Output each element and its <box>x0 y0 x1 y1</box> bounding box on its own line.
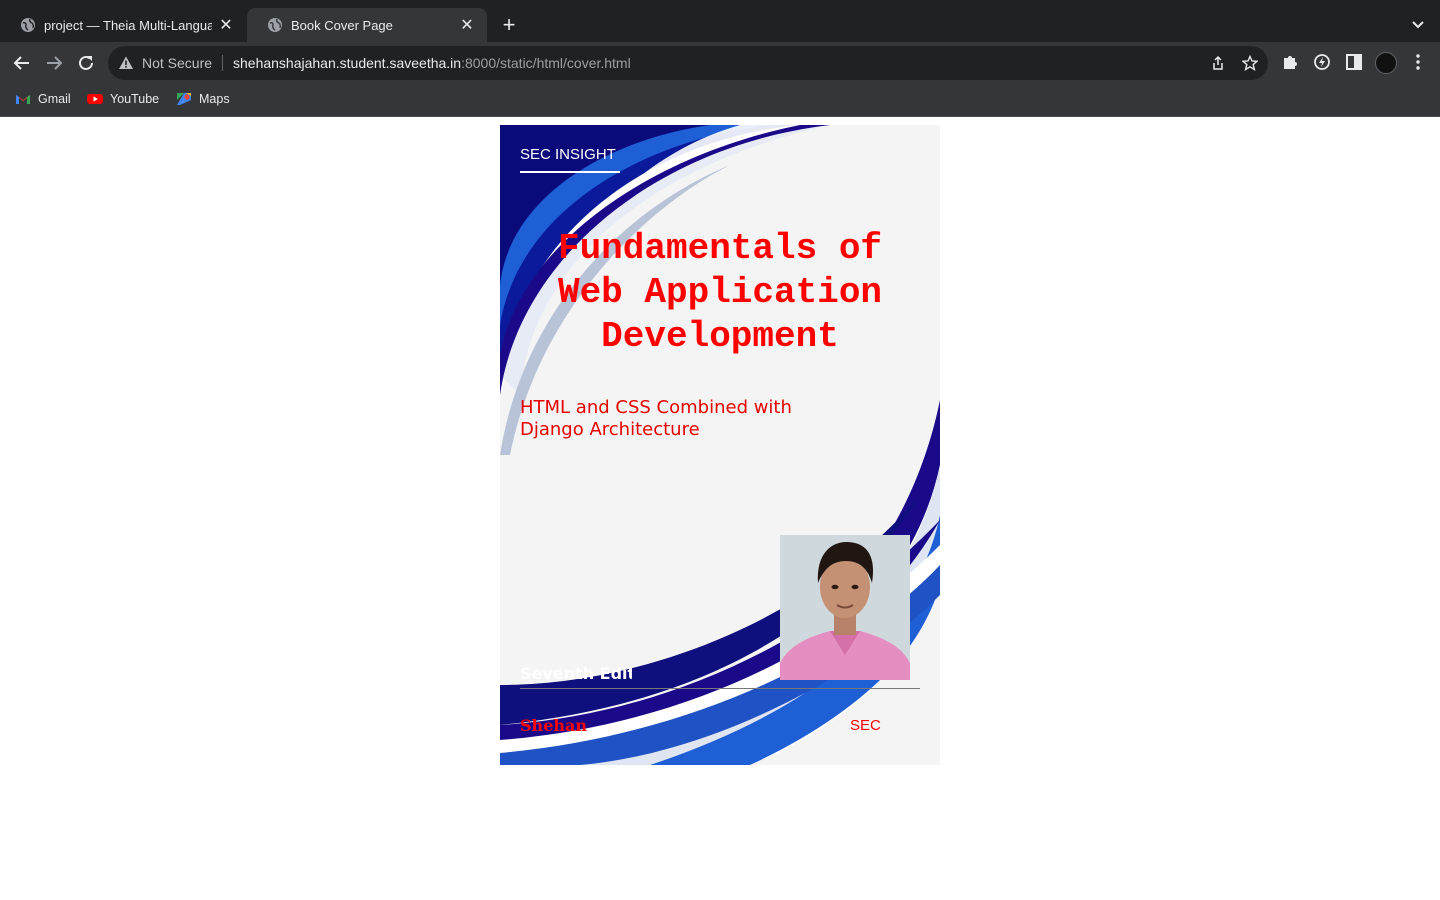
url-host: shehanshajahan.student.saveetha.in <box>233 55 462 71</box>
bookmark-label: Gmail <box>38 92 71 106</box>
globe-icon <box>21 18 35 32</box>
book-cover: SEC INSIGHT Fundamentals of Web Applicat… <box>500 125 940 765</box>
title-line-3: Development <box>601 316 839 357</box>
edition-label: Seventh Edition <box>520 664 632 683</box>
star-icon[interactable] <box>1242 55 1258 71</box>
forward-arrow-icon[interactable] <box>43 52 65 74</box>
close-icon[interactable]: ✕ <box>459 17 475 34</box>
back-arrow-icon[interactable] <box>11 52 33 74</box>
profile-avatar[interactable] <box>1375 52 1397 74</box>
tab-title: project — Theia Multi-Languag <box>44 17 212 33</box>
kebab-menu-icon[interactable] <box>1408 52 1428 72</box>
author-photo <box>780 535 910 680</box>
book-subtitle: HTML and CSS Combined with Django Archit… <box>520 397 792 440</box>
organization-name: SEC <box>850 717 881 734</box>
chevron-down-icon[interactable] <box>1408 14 1428 34</box>
side-panel-icon[interactable] <box>1344 52 1364 72</box>
new-tab-plus-icon[interactable]: + <box>498 14 520 36</box>
not-secure-label[interactable]: Not Secure <box>142 55 212 71</box>
tab-title: Book Cover Page <box>291 17 393 33</box>
share-icon[interactable] <box>1210 55 1226 71</box>
book-title: Fundamentals of Web Application Developm… <box>520 227 920 359</box>
tab-strip: project — Theia Multi-Languag ✕ Book Cov… <box>0 0 1440 42</box>
bookmark-youtube[interactable]: YouTube <box>87 92 159 106</box>
footer-rule <box>520 688 920 689</box>
bookmarks-bar: Gmail YouTube Maps <box>0 84 1440 117</box>
close-icon[interactable]: ✕ <box>218 17 234 34</box>
gmail-icon <box>16 95 30 104</box>
address-bar[interactable]: Not Secure shehanshajahan.student.saveet… <box>108 46 1268 80</box>
tab-book-cover[interactable]: Book Cover Page ✕ <box>247 8 487 42</box>
author-name: Shehan <box>520 716 587 735</box>
bookmark-label: YouTube <box>110 92 160 106</box>
bookmark-label: Maps <box>199 92 230 106</box>
publisher-underline <box>520 171 620 173</box>
maps-icon <box>177 93 191 105</box>
globe-icon <box>268 18 282 32</box>
tab-project[interactable]: project — Theia Multi-Languag ✕ <box>0 8 246 42</box>
reload-icon[interactable] <box>75 52 97 74</box>
warning-icon[interactable] <box>118 55 134 71</box>
extensions-puzzle-icon[interactable] <box>1280 52 1300 72</box>
publisher-name: SEC INSIGHT <box>520 146 616 163</box>
url-text[interactable]: shehanshajahan.student.saveetha.in:8000/… <box>233 55 631 71</box>
separator <box>222 55 223 71</box>
title-line-1: Fundamentals of <box>557 228 883 269</box>
bookmark-gmail[interactable]: Gmail <box>15 92 71 106</box>
browser-toolbar: Not Secure shehanshajahan.student.saveet… <box>0 42 1440 84</box>
url-path: :8000/static/html/cover.html <box>461 55 631 71</box>
extension-icon[interactable] <box>1312 52 1332 72</box>
bookmark-maps[interactable]: Maps <box>176 92 230 106</box>
youtube-icon <box>87 94 103 104</box>
title-line-2: Web Application <box>557 272 883 313</box>
